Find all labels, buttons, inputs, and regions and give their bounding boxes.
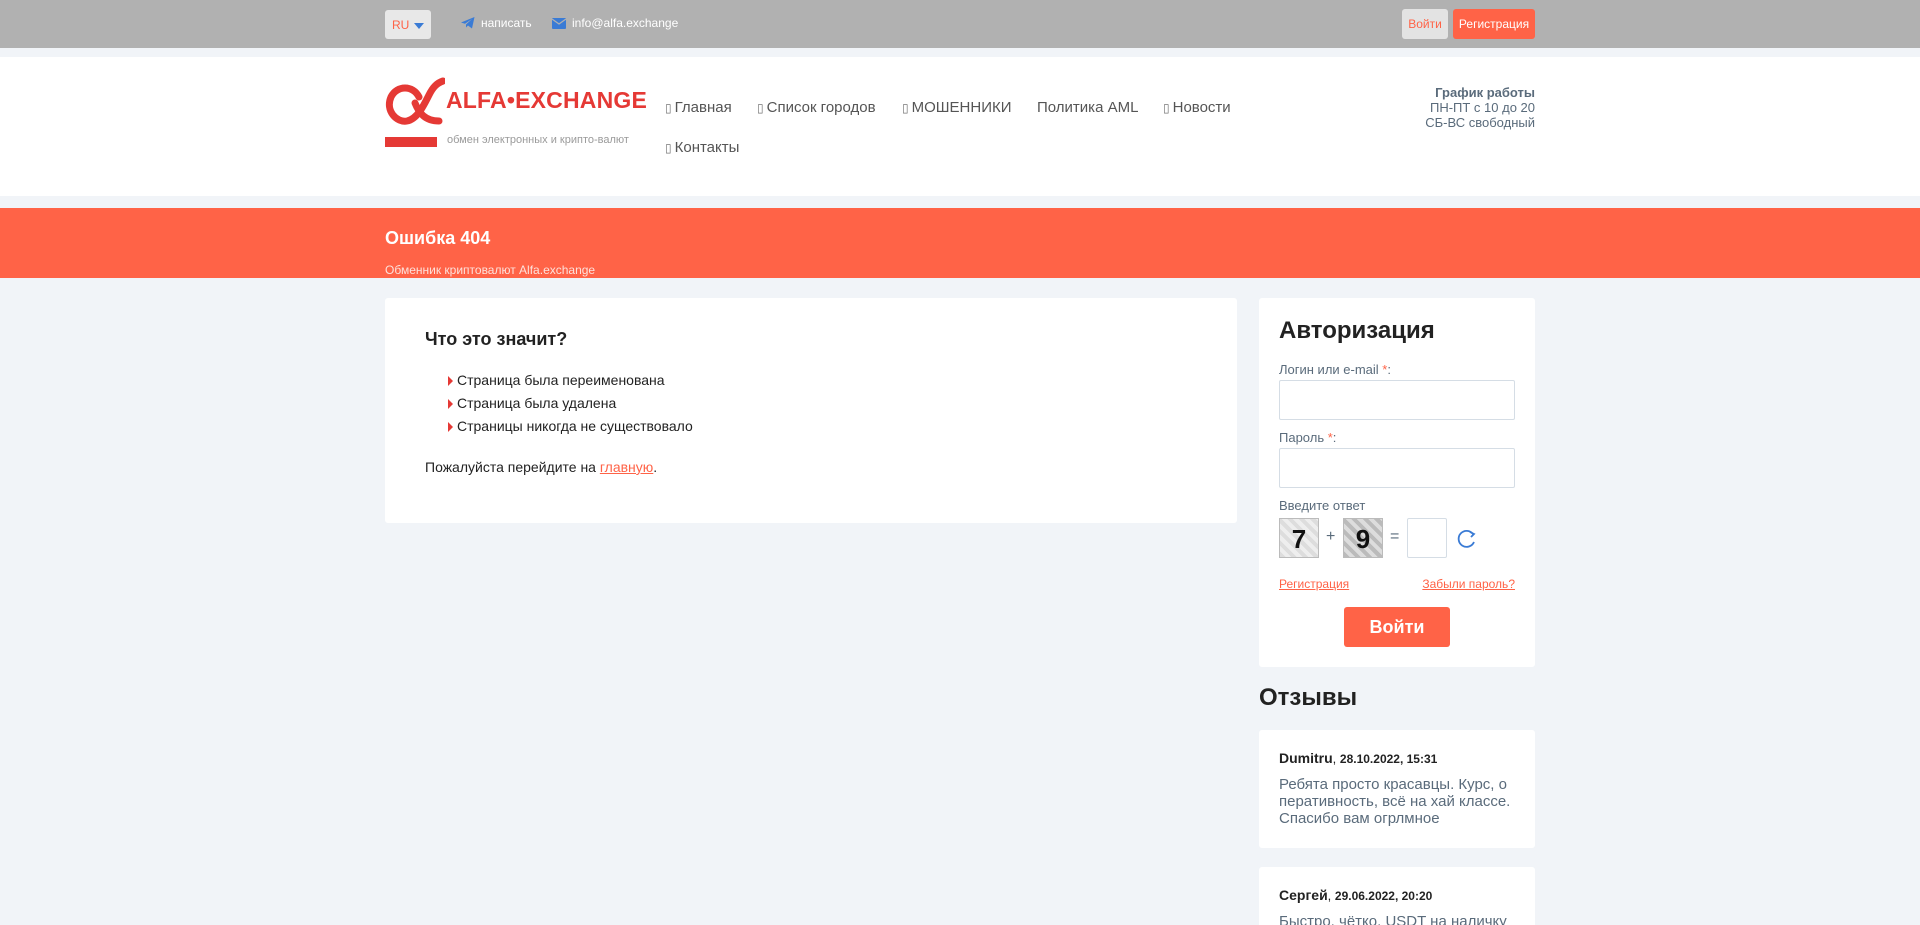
captcha-answer-input[interactable] xyxy=(1407,518,1447,558)
login-button-top[interactable]: Войти xyxy=(1402,9,1448,39)
nav-home-label: Главная xyxy=(674,99,732,116)
register-link[interactable]: Регистрация xyxy=(1279,577,1349,591)
reviews-title: Отзывы xyxy=(1259,684,1358,711)
chevron-down-icon xyxy=(414,23,424,29)
review-text: Ребята просто красавцы. Курс, о перативн… xyxy=(1279,776,1511,827)
mail-icon xyxy=(552,17,566,29)
auth-title: Авторизация xyxy=(1279,317,1435,344)
home-link[interactable]: главную xyxy=(600,459,653,475)
login-label: Логин или e-mail *: xyxy=(1279,362,1391,377)
password-label: Пароль *: xyxy=(1279,430,1336,445)
logo[interactable]: ALFA•EXCHANGE обмен электронных и крипто… xyxy=(385,77,647,149)
work-schedule: График работы ПН-ПТ с 10 до 20 СБ-ВС сво… xyxy=(1425,85,1535,130)
page-banner: Ошибка 404 Обменник криптовалют Alfa.exc… xyxy=(0,208,1920,278)
telegram-icon xyxy=(461,17,475,29)
list-item: Страница была удалена xyxy=(425,392,693,415)
nav-home[interactable]: ▯ Главная xyxy=(665,99,732,116)
breadcrumb[interactable]: Обменник криптовалют Alfa.exchange xyxy=(385,263,595,277)
language-selector[interactable]: RU xyxy=(385,10,431,39)
home-icon: ▯ xyxy=(665,101,672,115)
language-code: RU xyxy=(392,18,410,32)
nav-cities[interactable]: ▯ Список городов xyxy=(757,99,876,116)
login-label-text: Логин или e-mail xyxy=(1279,362,1379,377)
goto-suffix: . xyxy=(653,459,658,475)
contacts-icon: ▯ xyxy=(665,141,672,155)
list-item: Страница была переименована xyxy=(425,369,693,392)
alpha-logo-icon xyxy=(386,77,445,125)
forgot-password-link[interactable]: Забыли пароль? xyxy=(1422,577,1515,591)
login-input[interactable] xyxy=(1279,380,1515,420)
logo-bar xyxy=(385,137,437,147)
email-text: info@alfa.exchange xyxy=(572,16,679,30)
site-header: ALFA•EXCHANGE обмен электронных и крипто… xyxy=(0,57,1920,196)
captcha-digit-a: 7 xyxy=(1279,518,1319,558)
review-author-name: Сергей xyxy=(1279,887,1328,903)
captcha-equals: = xyxy=(1390,528,1400,545)
telegram-link[interactable]: написать xyxy=(461,16,532,30)
password-label-text: Пароль xyxy=(1279,430,1325,445)
review-date: 28.10.2022, 15:31 xyxy=(1339,752,1438,766)
review-date: 29.06.2022, 20:20 xyxy=(1334,889,1433,903)
email-link[interactable]: info@alfa.exchange xyxy=(552,16,678,30)
review-author: Сергей, 29.06.2022, 20:20 xyxy=(1279,887,1433,903)
page-title: Ошибка 404 xyxy=(385,228,491,248)
news-icon: ▯ xyxy=(1163,101,1170,115)
register-button-top[interactable]: Регистрация xyxy=(1453,9,1535,39)
review-card: Dumitru, 28.10.2022, 15:31 Ребята просто… xyxy=(1259,730,1535,848)
write-label: написать xyxy=(481,16,532,30)
captcha-digit-b: 9 xyxy=(1343,518,1383,558)
refresh-icon[interactable] xyxy=(1456,528,1478,550)
auth-card: Авторизация Логин или e-mail *: Пароль *… xyxy=(1259,298,1535,667)
goto-prefix: Пожалуйста перейдите на xyxy=(425,459,600,475)
label-colon: : xyxy=(1332,430,1337,445)
review-author: Dumitru, 28.10.2022, 15:31 xyxy=(1279,750,1438,766)
warning-icon: ▯ xyxy=(902,101,909,115)
list-item: Страницы никогда не существовало xyxy=(425,415,693,438)
login-button[interactable]: Войти xyxy=(1344,607,1450,647)
top-bar: RU написать info@alfa.exchange Войти Рег… xyxy=(0,0,1920,48)
captcha-plus: + xyxy=(1326,528,1336,545)
nav-scammers-label: МОШЕННИКИ xyxy=(911,99,1012,116)
review-text: Быстро, чётко, USDT на наличку xyxy=(1279,913,1507,925)
schedule-title: График работы xyxy=(1435,85,1535,100)
reasons-list: Страница была переименована Страница был… xyxy=(425,369,693,438)
nav-cities-label: Список городов xyxy=(766,99,876,116)
review-author-name: Dumitru xyxy=(1279,750,1333,766)
logo-wordmark: ALFA•EXCHANGE xyxy=(446,87,648,113)
nav-aml[interactable]: Политика AML xyxy=(1037,99,1138,116)
nav-contacts-label: Контакты xyxy=(674,139,740,156)
label-colon: : xyxy=(1387,362,1391,377)
schedule-weekdays: ПН-ПТ с 10 до 20 xyxy=(1429,100,1535,115)
error-heading: Что это значит? xyxy=(425,329,568,349)
nav-contacts[interactable]: ▯ Контакты xyxy=(665,139,739,156)
logo-subtitle: обмен электронных и крипто-валют xyxy=(447,134,629,146)
nav-aml-label: Политика AML xyxy=(1037,99,1139,116)
nav-scammers[interactable]: ▯ МОШЕННИКИ xyxy=(902,99,1012,116)
error-card: Что это значит? Страница была переименов… xyxy=(385,298,1237,523)
nav-news-label: Новости xyxy=(1172,99,1231,116)
list-icon: ▯ xyxy=(757,101,764,115)
goto-home-text: Пожалуйста перейдите на главную. xyxy=(425,459,657,475)
review-card: Сергей, 29.06.2022, 20:20 Быстро, чётко,… xyxy=(1259,867,1535,925)
captcha-label: Введите ответ xyxy=(1279,498,1366,513)
password-input[interactable] xyxy=(1279,448,1515,488)
schedule-weekend: СБ-ВС свободный xyxy=(1425,115,1535,130)
nav-news[interactable]: ▯ Новости xyxy=(1163,99,1231,116)
